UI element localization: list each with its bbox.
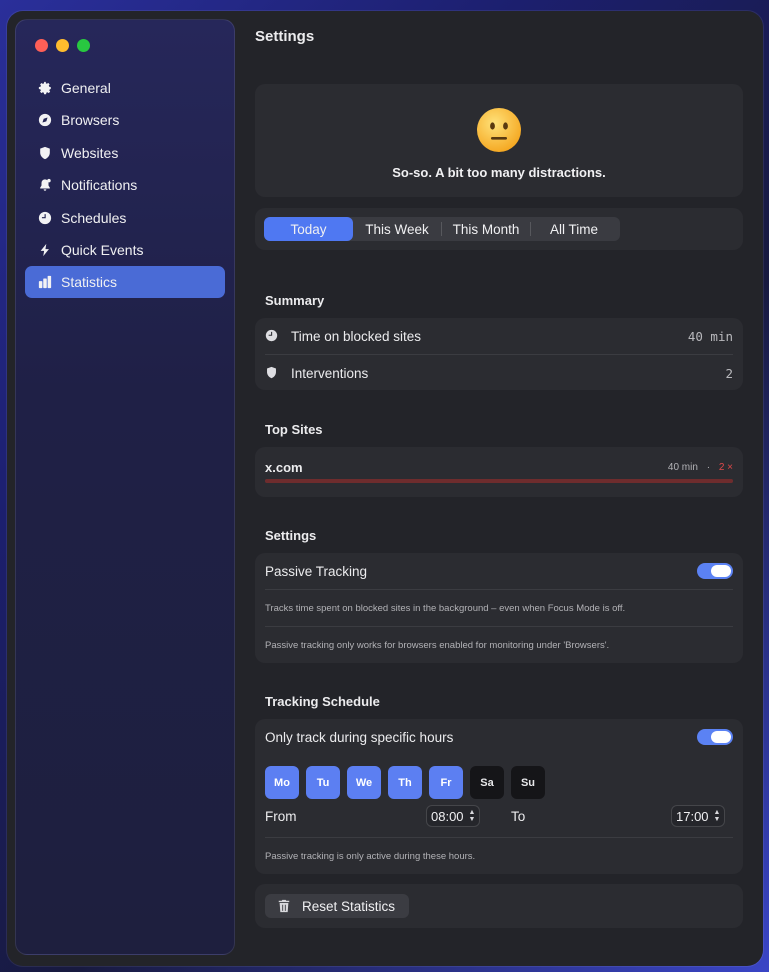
summary-label: Time on blocked sites bbox=[291, 328, 422, 344]
tab-all-time[interactable]: All Time bbox=[531, 217, 617, 241]
from-time-value: 08:00 bbox=[431, 808, 464, 824]
site-time: 40 min bbox=[667, 462, 698, 473]
summary-value: 40 min bbox=[687, 328, 733, 344]
gear-icon bbox=[37, 80, 53, 96]
shield-icon bbox=[265, 366, 279, 380]
sidebar-item-general[interactable]: General bbox=[25, 72, 225, 104]
sidebar-item-label: Quick Events bbox=[61, 241, 144, 258]
summary-row-time: Time on blocked sites 40 min bbox=[255, 318, 743, 354]
summary-label: Interventions bbox=[291, 365, 369, 381]
divider bbox=[265, 837, 733, 838]
site-domain: x.com bbox=[265, 460, 303, 475]
sidebar-item-websites[interactable]: Websites bbox=[25, 137, 225, 169]
clock-icon bbox=[37, 210, 53, 226]
sidebar-item-label: Websites bbox=[61, 144, 119, 161]
from-time-stepper[interactable]: 08:00 ▲ ▼ bbox=[426, 805, 481, 827]
mood-card: So-so. A bit too many distractions. bbox=[255, 84, 743, 197]
from-label: From bbox=[265, 809, 297, 824]
divider bbox=[265, 589, 733, 590]
clock-icon bbox=[265, 329, 279, 343]
day-su[interactable]: Su bbox=[511, 766, 545, 799]
sidebar-item-label: Notifications bbox=[61, 177, 138, 194]
settings-heading: Settings bbox=[265, 528, 317, 543]
window-controls bbox=[35, 39, 90, 52]
sidebar-item-label: General bbox=[61, 80, 111, 96]
day-we[interactable]: We bbox=[347, 766, 381, 799]
summary-value: 2 bbox=[725, 365, 733, 381]
sidebar-item-label: Schedules bbox=[61, 209, 127, 226]
passive-tracking-card: Passive Tracking Tracks time spent on bl… bbox=[255, 553, 743, 663]
chart-icon bbox=[37, 274, 53, 290]
to-time-value: 17:00 bbox=[676, 808, 709, 824]
summary-row-interventions: Interventions 2 bbox=[255, 355, 743, 391]
schedule-only-label: Only track during specific hours bbox=[265, 729, 454, 745]
compass-icon bbox=[37, 112, 53, 128]
day-sa[interactable]: Sa bbox=[470, 766, 504, 799]
site-usage-bar-fill bbox=[265, 479, 733, 483]
sidebar-item-label: Statistics bbox=[61, 274, 118, 291]
site-usage-bar-track bbox=[265, 479, 733, 483]
summary-card: Time on blocked sites 40 min Interventio… bbox=[255, 318, 743, 390]
reset-card: Reset Statistics bbox=[255, 884, 743, 928]
day-th[interactable]: Th bbox=[388, 766, 422, 799]
mood-message: So-so. A bit too many distractions. bbox=[392, 165, 606, 180]
to-time-stepper[interactable]: 17:00 ▲ ▼ bbox=[671, 805, 726, 827]
tab-this-week[interactable]: This Week bbox=[353, 217, 441, 241]
day-mo[interactable]: Mo bbox=[265, 766, 299, 799]
passive-tracking-browsers-note: Passive tracking only works for browsers… bbox=[265, 640, 610, 651]
stepper-chevrons-icon: ▲ ▼ bbox=[713, 809, 721, 823]
trash-icon bbox=[278, 899, 290, 913]
tab-this-month[interactable]: This Month bbox=[442, 217, 530, 241]
bolt-icon bbox=[37, 242, 53, 258]
tracking-schedule-heading: Tracking Schedule bbox=[265, 694, 380, 709]
shield-icon bbox=[37, 145, 53, 161]
site-count: 2 × bbox=[718, 462, 733, 473]
neutral-face-icon bbox=[477, 108, 521, 152]
minimize-window-button[interactable] bbox=[56, 39, 69, 52]
main-content: Settings So-so. A bit too many distracti… bbox=[247, 11, 763, 966]
page-title: Settings bbox=[255, 28, 315, 45]
app-window: General Browsers Websites Notifications bbox=[7, 11, 763, 966]
sidebar-item-statistics[interactable]: Statistics bbox=[25, 266, 225, 299]
reset-statistics-label: Reset Statistics bbox=[302, 898, 396, 914]
time-range-selector: Today This Week This Month All Time bbox=[264, 217, 620, 241]
site-row: x.com 40 min · 2 × bbox=[265, 460, 733, 490]
divider bbox=[265, 626, 733, 627]
sidebar-item-quick-events[interactable]: Quick Events bbox=[25, 234, 225, 266]
top-sites-heading: Top Sites bbox=[265, 422, 323, 437]
time-range-card: Today This Week This Month All Time bbox=[255, 208, 743, 250]
passive-tracking-toggle[interactable] bbox=[697, 563, 733, 579]
passive-tracking-label: Passive Tracking bbox=[265, 563, 368, 579]
reset-statistics-button[interactable]: Reset Statistics bbox=[265, 894, 409, 918]
top-sites-card: x.com 40 min · 2 × bbox=[255, 447, 743, 497]
schedule-note: Passive tracking is only active during t… bbox=[265, 851, 476, 862]
sidebar-item-schedules[interactable]: Schedules bbox=[25, 202, 225, 234]
tab-today[interactable]: Today bbox=[264, 217, 353, 241]
site-separator: · bbox=[706, 462, 711, 473]
day-tu[interactable]: Tu bbox=[306, 766, 340, 799]
weekday-selector: Mo Tu We Th Fr Sa Su bbox=[265, 766, 545, 799]
summary-heading: Summary bbox=[265, 293, 325, 308]
schedule-only-row: Only track during specific hours bbox=[255, 719, 743, 755]
sidebar: General Browsers Websites Notifications bbox=[15, 19, 235, 955]
to-label: To bbox=[511, 809, 526, 824]
stepper-chevrons-icon: ▲ ▼ bbox=[468, 809, 476, 823]
passive-tracking-row: Passive Tracking bbox=[255, 553, 743, 589]
zoom-window-button[interactable] bbox=[77, 39, 90, 52]
sidebar-nav: General Browsers Websites Notifications bbox=[25, 72, 225, 299]
tracking-schedule-card: Only track during specific hours Mo Tu W… bbox=[255, 719, 743, 874]
passive-tracking-description: Tracks time spent on blocked sites in th… bbox=[265, 603, 626, 614]
bell-icon bbox=[37, 177, 53, 193]
sidebar-item-browsers[interactable]: Browsers bbox=[25, 104, 225, 136]
schedule-only-toggle[interactable] bbox=[697, 729, 733, 745]
sidebar-item-notifications[interactable]: Notifications bbox=[25, 169, 225, 201]
sidebar-item-label: Browsers bbox=[61, 112, 120, 129]
day-fr[interactable]: Fr bbox=[429, 766, 463, 799]
site-stats: 40 min · 2 × bbox=[668, 462, 733, 473]
close-window-button[interactable] bbox=[35, 39, 48, 52]
